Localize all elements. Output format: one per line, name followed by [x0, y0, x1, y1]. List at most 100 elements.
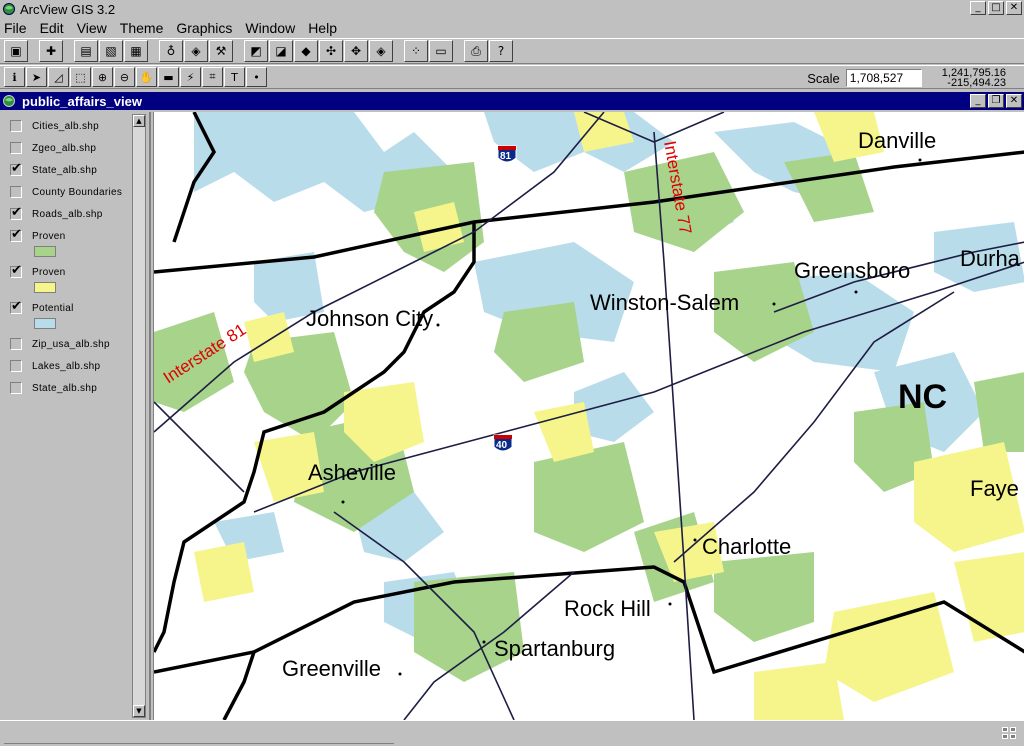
city-label-spartanburg: Spartanburg: [494, 636, 615, 661]
menu-theme[interactable]: Theme: [120, 20, 164, 36]
city-label-winston-salem: Winston-Salem: [590, 290, 739, 315]
menu-help[interactable]: Help: [308, 20, 337, 36]
zoom-in-fixed-icon[interactable]: ✣: [319, 40, 343, 62]
label-icon[interactable]: ⌗: [202, 67, 223, 87]
city-label-greensboro: Greensboro: [794, 258, 910, 283]
zoom-out-icon[interactable]: ⊖: [114, 67, 135, 87]
legend-checkbox[interactable]: [10, 161, 22, 176]
legend-item-state-2[interactable]: State_alb.shp: [10, 382, 97, 394]
legend-item-potential[interactable]: Potential: [10, 299, 74, 314]
resize-grip-icon[interactable]: [1002, 727, 1016, 739]
legend-swatch-yellow: [34, 282, 56, 293]
zoom-active-icon[interactable]: ◪: [269, 40, 293, 62]
maximize-button[interactable]: □: [988, 1, 1004, 15]
help-icon[interactable]: ?: [489, 40, 513, 62]
legend-item-state[interactable]: State_alb.shp: [10, 161, 97, 176]
pan-icon[interactable]: ✋: [136, 67, 157, 87]
query-builder-icon[interactable]: ⚒: [209, 40, 233, 62]
svg-text:81: 81: [500, 151, 512, 162]
legend-item-zip-usa[interactable]: Zip_usa_alb.shp: [10, 338, 110, 350]
legend-checkbox[interactable]: [10, 120, 22, 132]
legend-checkbox[interactable]: [10, 227, 22, 242]
measure-icon[interactable]: ▬: [158, 67, 179, 87]
pointer-icon[interactable]: ➤: [26, 67, 47, 87]
minimize-button[interactable]: _: [970, 1, 986, 15]
city-label-asheville: Asheville: [308, 460, 396, 485]
text-tool-icon[interactable]: T: [224, 67, 245, 87]
print-icon[interactable]: ⎙: [464, 40, 488, 62]
legend-item-zgeo[interactable]: Zgeo_alb.shp: [10, 142, 96, 154]
scale-label: Scale: [807, 70, 840, 86]
zoom-selected-icon[interactable]: ◆: [294, 40, 318, 62]
menu-window[interactable]: Window: [245, 20, 295, 36]
map-canvas[interactable]: 81 40 Interstate 81 Interstate 77 Danvil…: [154, 112, 1024, 720]
zoom-full-icon[interactable]: ◩: [244, 40, 268, 62]
menu-bar: File Edit View Theme Graphics Window Hel…: [0, 18, 1024, 38]
legend-checkbox[interactable]: [10, 360, 22, 372]
legend-item-cities[interactable]: Cities_alb.shp: [10, 120, 99, 132]
edit-legend-icon[interactable]: ▧: [99, 40, 123, 62]
select-features-icon[interactable]: ⁘: [404, 40, 428, 62]
app-titlebar: ArcView GIS 3.2 _ □ ✕: [0, 0, 1024, 18]
clear-selected-icon[interactable]: ▭: [429, 40, 453, 62]
find-icon[interactable]: ♁: [159, 40, 183, 62]
zoom-previous-icon[interactable]: ◈: [369, 40, 393, 62]
menu-graphics[interactable]: Graphics: [176, 20, 232, 36]
map-display[interactable]: 81 40 Interstate 81 Interstate 77 Danvil…: [153, 112, 1024, 720]
scroll-down-arrow-icon[interactable]: ▼: [133, 705, 145, 717]
interstate-shield-81: 81: [497, 145, 517, 163]
menu-view[interactable]: View: [77, 20, 107, 36]
scale-input[interactable]: 1,708,527: [845, 69, 922, 87]
button-bar: ▣ ✚ ▤ ▧ ▦ ♁ ◈ ⚒ ◩ ◪ ◆ ✣ ✥ ◈ ⁘ ▭ ⎙ ?: [0, 38, 1024, 64]
city-label-durham: Durha: [960, 246, 1021, 271]
toc-scrollbar[interactable]: ▲ ▼: [132, 114, 146, 718]
status-bar: [0, 720, 1024, 746]
view-close-button[interactable]: ✕: [1006, 94, 1022, 108]
legend-item-roads[interactable]: Roads_alb.shp: [10, 205, 103, 220]
scroll-up-arrow-icon[interactable]: ▲: [133, 115, 145, 127]
view-titlebar: public_affairs_view _ ❐ ✕: [0, 92, 1024, 110]
tool-bar: ℹ ➤ ◿ ⬚ ⊕ ⊖ ✋ ▬ ⚡ ⌗ T • Scale 1,708,527 …: [0, 65, 1024, 89]
city-label-rock-hill: Rock Hill: [564, 596, 651, 621]
view-restore-button[interactable]: ❐: [988, 94, 1004, 108]
coord-y: -215,494.23: [947, 77, 1006, 89]
legend-item-proven-yellow[interactable]: Proven: [10, 263, 66, 278]
interstate-shield-40: 40: [493, 434, 513, 452]
app-title: ArcView GIS 3.2: [20, 1, 116, 17]
theme-properties-icon[interactable]: ▤: [74, 40, 98, 62]
draw-point-icon[interactable]: •: [246, 67, 267, 87]
legend-item-lakes[interactable]: Lakes_alb.shp: [10, 360, 100, 372]
legend-checkbox[interactable]: [10, 382, 22, 394]
zoom-out-fixed-icon[interactable]: ✥: [344, 40, 368, 62]
view-globe-icon: [3, 95, 15, 107]
add-theme-icon[interactable]: ✚: [39, 40, 63, 62]
legend-checkbox[interactable]: [10, 263, 22, 278]
scale-area: Scale 1,708,527 1,241,795.16 -215,494.23: [807, 66, 1024, 90]
menu-edit[interactable]: Edit: [40, 20, 64, 36]
close-button[interactable]: ✕: [1006, 1, 1022, 15]
open-table-icon[interactable]: ▦: [124, 40, 148, 62]
legend-checkbox[interactable]: [10, 338, 22, 350]
city-label-charlotte: Charlotte: [702, 534, 791, 559]
legend-checkbox[interactable]: [10, 142, 22, 154]
city-label-fayetteville: Faye: [970, 476, 1019, 501]
view-minimize-button[interactable]: _: [970, 94, 986, 108]
select-feature-icon[interactable]: ⬚: [70, 67, 91, 87]
legend-checkbox[interactable]: [10, 186, 22, 198]
menu-file[interactable]: File: [4, 20, 27, 36]
save-icon[interactable]: ▣: [4, 40, 28, 62]
city-label-greenville: Greenville: [282, 656, 381, 681]
legend-checkbox[interactable]: [10, 205, 22, 220]
coordinate-readout: 1,241,795.16 -215,494.23: [942, 68, 1006, 89]
legend-checkbox[interactable]: [10, 299, 22, 314]
state-label-nc: NC: [898, 378, 947, 416]
locate-address-icon[interactable]: ◈: [184, 40, 208, 62]
vertex-edit-icon[interactable]: ◿: [48, 67, 69, 87]
svg-text:40: 40: [496, 440, 508, 451]
legend-item-proven-green[interactable]: Proven: [10, 227, 66, 242]
zoom-in-icon[interactable]: ⊕: [92, 67, 113, 87]
identify-icon[interactable]: ℹ: [4, 67, 25, 87]
legend-swatch-green: [34, 246, 56, 257]
hotlink-icon[interactable]: ⚡: [180, 67, 201, 87]
legend-item-county-boundaries[interactable]: County Boundaries: [10, 186, 122, 198]
